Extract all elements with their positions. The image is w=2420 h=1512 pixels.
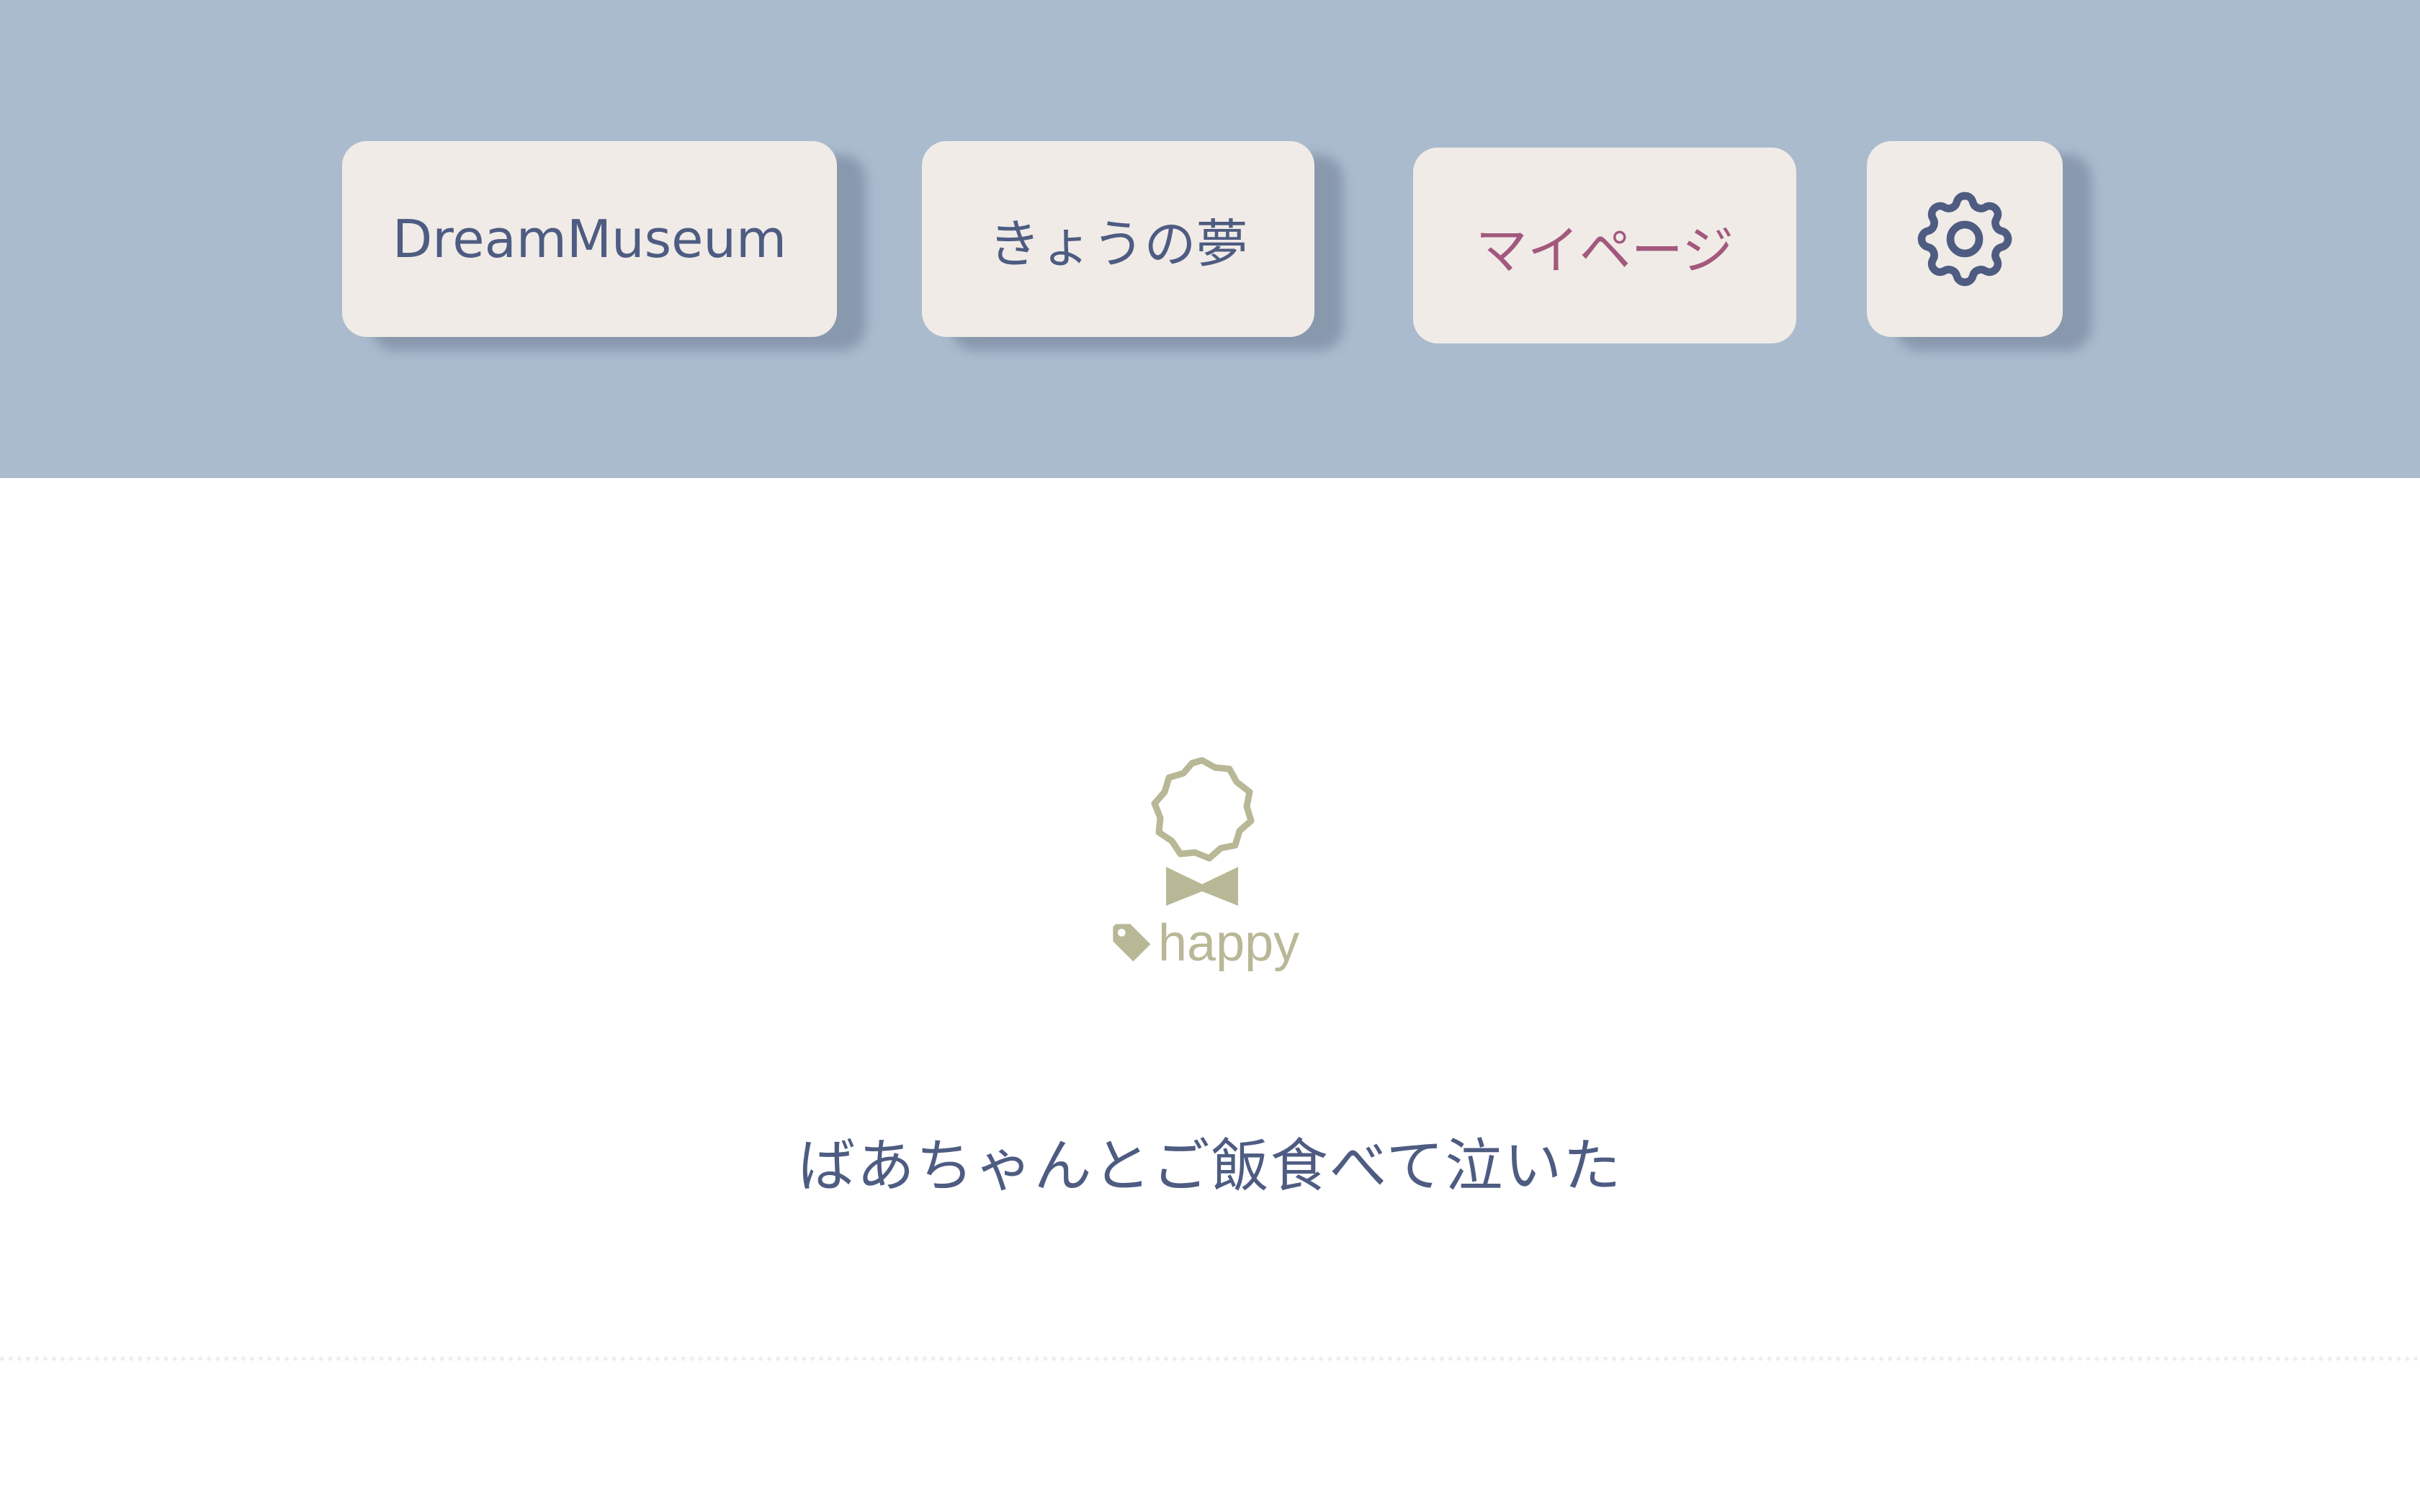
dotted-divider <box>0 1356 2420 1361</box>
tag-chip[interactable]: happy <box>1109 911 1299 976</box>
gear-icon <box>1917 192 2012 287</box>
home-button[interactable]: DreamMuseum <box>342 141 837 337</box>
tag-icon <box>1113 924 1151 962</box>
header-bar: DreamMuseum きょうの夢 マイページ <box>0 0 2420 478</box>
mypage-button-label: マイページ <box>1475 220 1734 281</box>
award-badge-icon <box>1151 757 1255 906</box>
mypage-button[interactable]: マイページ <box>1413 148 1796 343</box>
today-dream-button-label: きょうの夢 <box>988 213 1248 274</box>
dream-text: ばあちゃんとご飯食べて泣いた <box>797 1133 1623 1200</box>
today-dream-button[interactable]: きょうの夢 <box>922 141 1314 337</box>
home-button-label: DreamMuseum <box>392 209 787 269</box>
settings-button[interactable] <box>1867 141 2063 337</box>
tag-label: happy <box>1158 914 1300 972</box>
